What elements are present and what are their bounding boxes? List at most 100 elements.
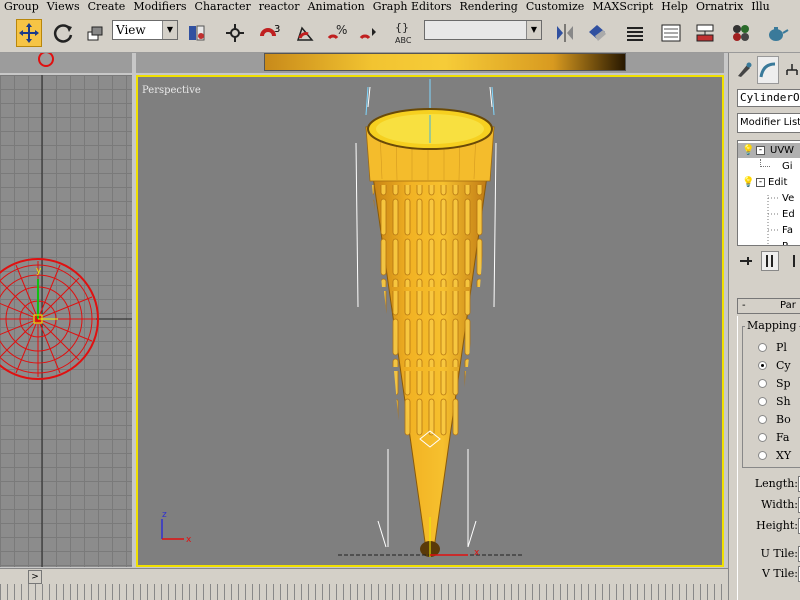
u-tile-label: U Tile: [760,547,798,560]
pin-icon [740,257,752,265]
layer-icon [627,27,643,41]
reference-coordinate-value: View [116,23,146,37]
selection-gizmo-icon [38,53,54,67]
select-rotate-button[interactable] [50,19,76,47]
menu-maxscript[interactable]: MAXScript [588,1,657,13]
length-field-row: Length:6 [738,476,800,494]
stack-item-label: Gi [782,161,793,172]
schematic-view-button[interactable] [692,19,718,47]
curve-editor-button[interactable] [658,19,684,47]
menu-customize[interactable]: Customize [522,1,588,13]
show-end-result-button[interactable] [761,251,779,271]
select-rotate-icon [53,24,73,43]
stack-item[interactable]: 💡 - UVW [738,143,800,158]
stack-subitem[interactable]: P [738,239,800,245]
make-unique-icon [793,255,795,267]
tab-create[interactable] [733,56,755,84]
menu-modifiers[interactable]: Modifiers [129,1,190,13]
mapping-option-cylindrical[interactable]: Cy [758,358,800,374]
manipulate-button[interactable] [222,19,248,47]
pivot-icon [189,25,205,41]
hierarchy-icon [786,64,798,75]
menu-ornatrix[interactable]: Ornatrix [692,1,747,13]
edit-named-selection-button[interactable]: {} ABC [392,19,418,47]
stack-subitem[interactable]: Ve [738,191,800,206]
menu-group[interactable]: Group [0,1,43,13]
top-viewport[interactable]: y [0,75,132,567]
cone-object[interactable]: x z x [138,77,722,565]
radio-button[interactable] [758,379,767,388]
parameters-rollout-header[interactable]: - Par [737,298,800,314]
tripod-z-label: z [162,510,167,520]
stack-subitem[interactable]: Ed [738,207,800,222]
radio-button[interactable] [758,397,767,406]
teapot-icon [769,27,789,41]
mapping-option-face[interactable]: Fa [758,430,800,446]
tripod-x-label: x [186,535,192,545]
stack-subitem[interactable]: Fa [738,223,800,238]
menu-create[interactable]: Create [84,1,130,13]
lightbulb-icon[interactable]: 💡 [742,175,754,190]
pivot-button[interactable] [184,19,210,47]
menu-reactor[interactable]: reactor [255,1,304,13]
menu-animation[interactable]: Animation [304,1,369,13]
mapping-option-shrink-wrap[interactable]: Sh [758,394,800,410]
command-panel: CylinderO Modifier List 💡 - UVW Gi 💡 - E… [728,53,800,600]
modifier-list-dropdown[interactable]: Modifier List [737,113,800,133]
radio-button[interactable] [758,343,767,352]
mapping-option-planar[interactable]: Pl [758,340,800,356]
menu-help[interactable]: Help [657,1,692,13]
stack-item-label: Ed [782,209,795,220]
svg-text:{}: {} [395,21,409,34]
radio-label: Sh [776,395,791,408]
width-label: Width: [761,498,798,511]
reference-coordinate-select[interactable]: View ▼ [112,20,178,40]
stack-subitem[interactable]: Gi [738,159,800,174]
select-move-button[interactable] [16,19,42,47]
collapse-icon[interactable]: - [756,178,765,187]
mapping-option-spherical[interactable]: Sp [758,376,800,392]
radio-button[interactable] [758,361,767,370]
menu-views[interactable]: Views [43,1,84,13]
named-selection-sets-dropdown[interactable]: ▼ [424,20,542,40]
align-button[interactable] [584,19,610,47]
mirror-button[interactable] [552,19,578,47]
lightbulb-icon[interactable]: 💡 [742,143,754,158]
modifier-stack: 💡 - UVW Gi 💡 - Edit Ve Ed Fa P [737,140,800,246]
snap-3d-button[interactable]: 3 [258,19,284,47]
layer-manager-button[interactable] [622,19,648,47]
rollout-title: Par [780,300,796,311]
menu-bar: Group Views Create Modifiers Character reacto… [0,0,800,14]
mapping-option-xyz[interactable]: XY [758,448,800,464]
collapse-icon[interactable]: - [756,146,765,155]
time-slider-track[interactable]: > [0,568,728,585]
end-result-icon [766,255,773,267]
pin-stack-button[interactable] [737,251,755,271]
menu-character[interactable]: Character [191,1,255,13]
time-slider-next-button[interactable]: > [28,570,42,584]
material-editor-button[interactable] [728,19,754,47]
rollout-collapse-icon: - [742,300,746,311]
radio-button[interactable] [758,451,767,460]
select-scale-icon [87,26,103,41]
tab-hierarchy[interactable] [781,56,800,84]
spinner-snap-button[interactable] [356,19,382,47]
radio-button[interactable] [758,433,767,442]
make-unique-button[interactable] [785,251,800,271]
radio-label: Cy [776,359,791,372]
stack-item-label: UVW [770,145,795,156]
select-scale-button[interactable] [82,19,108,47]
perspective-viewport[interactable]: Perspective x z x [136,75,724,567]
radio-button[interactable] [758,415,767,424]
menu-rendering[interactable]: Rendering [456,1,522,13]
render-scene-button[interactable] [764,19,790,47]
stack-item[interactable]: 💡 - Edit [738,175,800,190]
menu-illu[interactable]: Illu [747,1,773,13]
percent-snap-button[interactable]: % [324,19,350,47]
track-bar-ruler[interactable] [0,584,728,600]
angle-snap-button[interactable] [292,19,318,47]
menu-graph-editors[interactable]: Graph Editors [369,1,456,13]
mapping-option-box[interactable]: Bo [758,412,800,428]
tab-modify[interactable] [757,56,779,84]
object-name-field[interactable]: CylinderO [737,89,800,107]
